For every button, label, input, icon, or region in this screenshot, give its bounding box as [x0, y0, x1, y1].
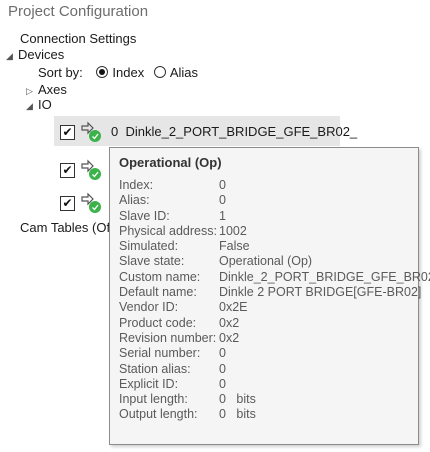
tooltip-value: 1	[219, 208, 226, 223]
network-device-icon	[81, 192, 101, 213]
tooltip-label: Slave ID:	[119, 208, 170, 223]
tooltip-label: Input length:	[119, 392, 188, 407]
tooltip-row-vendor-id: Vendor ID: 0x2E	[119, 300, 430, 315]
tooltip-value: 0	[219, 178, 226, 192]
expanded-triangle-icon[interactable]: ◢	[26, 98, 38, 114]
sort-option-alias[interactable]: Alias	[150, 65, 198, 80]
tooltip-row-simulated: Simulated: False	[119, 239, 430, 254]
io-item-checkbox[interactable]: ✔	[60, 163, 75, 178]
tooltip-label: Serial number:	[119, 346, 201, 361]
io-item-checkbox[interactable]: ✔	[60, 196, 75, 211]
io-item-checkbox[interactable]: ✔	[60, 125, 75, 140]
tooltip-row-station-alias: Station alias: 0	[119, 362, 430, 377]
tooltip-row-slave-id: Slave ID: 1	[119, 209, 430, 224]
tooltip-title: Operational (Op)	[119, 155, 222, 170]
tooltip-row-input-length: Input length: 0 bits	[119, 392, 430, 407]
sort-option-index[interactable]: Index	[92, 65, 144, 80]
tooltip-value: False	[219, 239, 250, 254]
tooltip-row-product-code: Product code: 0x2	[119, 316, 430, 331]
tooltip-value: 0	[219, 376, 226, 391]
tree-item-label: Cam Tables (Offl	[20, 220, 117, 235]
device-tooltip: Operational (Op) Index: 0 Alias: 0 Slave I…	[109, 147, 430, 445]
tooltip-value: 0x2	[219, 315, 240, 330]
tree-item-cam-tables[interactable]: Cam Tables (Offl	[20, 220, 116, 236]
tooltip-row-index: Index: 0	[119, 178, 430, 193]
sort-by-row: Sort by: Index Alias	[38, 65, 198, 81]
tooltip-label: Explicit ID:	[119, 376, 179, 391]
io-item-index: 0	[111, 124, 119, 139]
tree-item-label: Connection Settings	[20, 31, 137, 46]
tree-item-connection-settings[interactable]: Connection Settings	[20, 31, 136, 47]
tooltip-value: 1002	[219, 223, 247, 238]
tooltip-row-explicit-id: Explicit ID: 0	[119, 377, 430, 392]
tooltip-row-output-length: Output length: 0 bits	[119, 407, 430, 422]
tree-item-label: IO	[38, 97, 52, 112]
tooltip-row-revision-number: Revision number: 0x2	[119, 331, 430, 346]
expanded-triangle-icon[interactable]: ◢	[6, 48, 18, 64]
tooltip-label: Station alias:	[119, 361, 191, 376]
tooltip-label: Alias:	[119, 193, 150, 208]
tooltip-value: 0x2	[219, 330, 240, 345]
tree-item-label: Axes	[38, 82, 67, 97]
tooltip-value: 0 bits	[219, 407, 256, 422]
tooltip-value: Dinkle_2_PORT_BRIDGE_GFE_BR02_	[219, 269, 430, 284]
tooltip-row-physical-address: Physical address: 1002	[119, 224, 430, 239]
panel-title: Project Configuration	[8, 3, 149, 20]
radio-unselected-icon[interactable]	[153, 66, 166, 78]
tooltip-label: Output length:	[119, 407, 198, 422]
tooltip-label: Default name:	[119, 285, 197, 300]
tooltip-property-list: Index: 0 Alias: 0 Slave ID: 1 Physical addr…	[119, 178, 430, 423]
network-device-icon	[81, 159, 101, 180]
tooltip-value: 0	[219, 346, 226, 361]
tooltip-row-slave-state: Slave state: Operational (Op)	[119, 254, 430, 269]
tooltip-row-custom-name: Custom name: Dinkle_2_PORT_BRIDGE_GFE_BR0…	[119, 270, 430, 285]
tooltip-label: Revision number:	[119, 330, 217, 345]
tooltip-value: Operational (Op)	[219, 254, 313, 269]
tooltip-label: Physical address:	[119, 223, 217, 238]
network-device-icon	[81, 121, 101, 142]
radio-selected-icon[interactable]	[96, 66, 109, 78]
tooltip-label: Simulated:	[119, 239, 179, 254]
tooltip-label: Vendor ID:	[119, 300, 179, 315]
sort-by-label: Sort by:	[38, 65, 83, 80]
tooltip-value: 0	[219, 361, 226, 376]
tooltip-value: 0x2E	[219, 300, 248, 315]
tooltip-value: 0	[219, 193, 226, 208]
tooltip-label: Custom name:	[119, 269, 201, 284]
tooltip-label: Index:	[119, 178, 154, 192]
tree-item-devices[interactable]: ◢ Devices	[6, 47, 64, 64]
tooltip-value: 0 bits	[219, 392, 256, 407]
tooltip-label: Product code:	[119, 315, 197, 330]
io-item-name: Dinkle_2_PORT_BRIDGE_GFE_BR02_	[125, 124, 358, 139]
tooltip-row-alias: Alias: 0	[119, 193, 430, 208]
tooltip-label: Slave state:	[119, 254, 185, 269]
tree-item-io[interactable]: ◢ IO	[26, 97, 52, 114]
tooltip-row-serial-number: Serial number: 0	[119, 346, 430, 361]
io-item-0[interactable]: 0 Dinkle_2_PORT_BRIDGE_GFE_BR02_	[111, 124, 357, 140]
tooltip-row-default-name: Default name: Dinkle 2 PORT BRIDGE[GFE-BR…	[119, 285, 430, 300]
tooltip-value: Dinkle 2 PORT BRIDGE[GFE-BR02]	[219, 285, 422, 300]
tree-item-label: Devices	[18, 47, 65, 62]
